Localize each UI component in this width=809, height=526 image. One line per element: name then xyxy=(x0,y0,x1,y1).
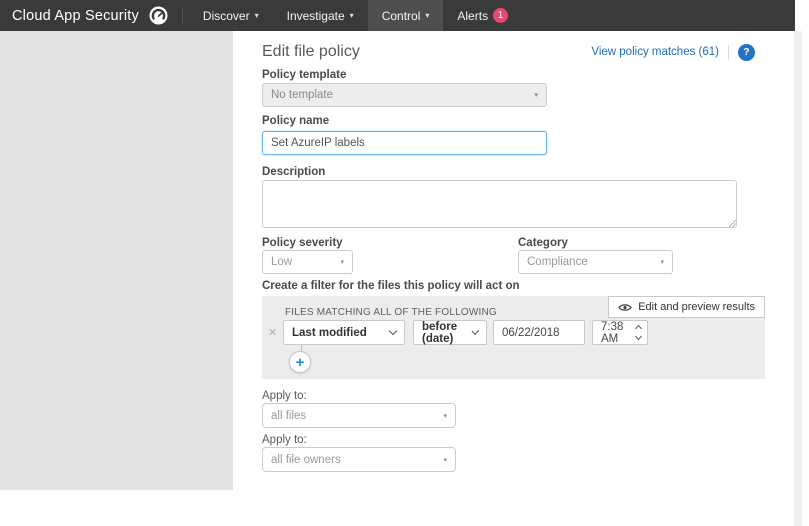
filter-time-value: 7:38 AM xyxy=(601,320,624,345)
stepper-down-icon[interactable] xyxy=(634,332,643,341)
filter-panel: FILES MATCHING ALL OF THE FOLLOWING Edit… xyxy=(262,296,765,379)
topbar: Cloud App Security Discover ▾ Investigat… xyxy=(0,0,795,31)
chevron-down-icon: ▾ xyxy=(425,10,430,20)
nav-label: Discover xyxy=(202,8,250,23)
policy-severity-label: Policy severity xyxy=(262,237,343,249)
policy-severity-select[interactable]: Low ▾ xyxy=(262,250,353,274)
category-value: Compliance xyxy=(527,256,588,268)
eye-icon xyxy=(618,303,632,311)
alerts-count-badge: 1 xyxy=(493,8,509,23)
policy-severity-value: Low xyxy=(271,256,293,268)
remove-filter-icon[interactable]: ✕ xyxy=(268,326,277,339)
filter-operator-value: before (date) xyxy=(422,320,458,345)
category-label: Category xyxy=(518,237,568,249)
chevron-down-icon: ▾ xyxy=(349,10,354,20)
policy-template-value: No template xyxy=(271,89,334,101)
page-title: Edit file policy xyxy=(262,43,360,60)
policy-template-select[interactable]: No template ▾ xyxy=(262,83,547,107)
filter-operator-select[interactable]: before (date) xyxy=(413,320,487,345)
chevron-down-icon: ▾ xyxy=(254,10,259,20)
caret-down-icon: ▾ xyxy=(534,92,538,99)
nav-item-investigate[interactable]: Investigate ▾ xyxy=(273,0,368,31)
caret-down-icon: ▾ xyxy=(443,412,447,420)
edit-and-preview-results-button[interactable]: Edit and preview results xyxy=(608,296,765,318)
nav-divider xyxy=(181,7,183,24)
apply-to-owners-value: all file owners xyxy=(271,453,341,466)
dashboard-gauge-icon[interactable] xyxy=(149,6,168,25)
help-icon[interactable]: ? xyxy=(738,43,755,61)
filter-field-value: Last modified xyxy=(292,326,367,339)
nav-item-discover[interactable]: Discover ▾ xyxy=(189,0,273,31)
header-divider xyxy=(728,44,729,60)
category-select[interactable]: Compliance ▾ xyxy=(518,250,673,274)
nav-label: Alerts xyxy=(457,8,489,23)
nav-item-control[interactable]: Control ▾ xyxy=(367,0,444,31)
time-stepper[interactable] xyxy=(628,324,643,341)
add-filter-button[interactable]: + xyxy=(289,351,311,373)
view-policy-matches-link[interactable]: View policy matches (61) xyxy=(591,46,719,58)
nav-label: Control xyxy=(381,8,421,23)
caret-down-icon: ▾ xyxy=(443,456,447,464)
apply-to-files-value: all files xyxy=(271,409,307,422)
policy-name-input[interactable] xyxy=(262,131,547,155)
filter-row: ✕ Last modified before (date) 7:38 AM xyxy=(262,320,765,346)
apply-to-owners-label: Apply to: xyxy=(262,434,307,446)
caret-down-icon: ▾ xyxy=(340,259,344,266)
description-label: Description xyxy=(262,166,326,178)
nav-item-alerts[interactable]: Alerts 1 xyxy=(443,0,522,31)
chevron-down-icon xyxy=(471,327,480,335)
nav-label: Investigate xyxy=(286,8,345,23)
filter-panel-title: FILES MATCHING ALL OF THE FOLLOWING xyxy=(285,307,497,318)
apply-to-files-select[interactable]: all files ▾ xyxy=(262,403,456,428)
edit-policy-page: Edit file policy View policy matches (61… xyxy=(233,31,793,526)
apply-to-owners-select[interactable]: all file owners ▾ xyxy=(262,447,456,472)
page-header: Edit file policy View policy matches (61… xyxy=(233,31,793,61)
policy-name-label: Policy name xyxy=(262,115,330,127)
left-sidebar-panel xyxy=(0,31,233,490)
filter-section-label: Create a filter for the files this polic… xyxy=(262,280,520,292)
policy-template-label: Policy template xyxy=(262,69,347,81)
edit-preview-label: Edit and preview results xyxy=(638,301,755,313)
caret-down-icon: ▾ xyxy=(660,259,664,266)
filter-time-input[interactable]: 7:38 AM xyxy=(592,320,648,345)
vertical-scrollbar[interactable] xyxy=(794,31,802,526)
description-textarea[interactable] xyxy=(262,180,737,228)
textarea-resize-grip[interactable] xyxy=(729,220,736,227)
stepper-up-icon[interactable] xyxy=(634,324,643,333)
main-nav: Discover ▾ Investigate ▾ Control ▾ Alert… xyxy=(189,0,522,31)
apply-to-files-label: Apply to: xyxy=(262,390,307,402)
app-title[interactable]: Cloud App Security xyxy=(0,8,149,24)
chevron-down-icon xyxy=(388,326,398,336)
filter-date-input[interactable] xyxy=(493,320,585,345)
filter-field-select[interactable]: Last modified xyxy=(283,320,405,345)
